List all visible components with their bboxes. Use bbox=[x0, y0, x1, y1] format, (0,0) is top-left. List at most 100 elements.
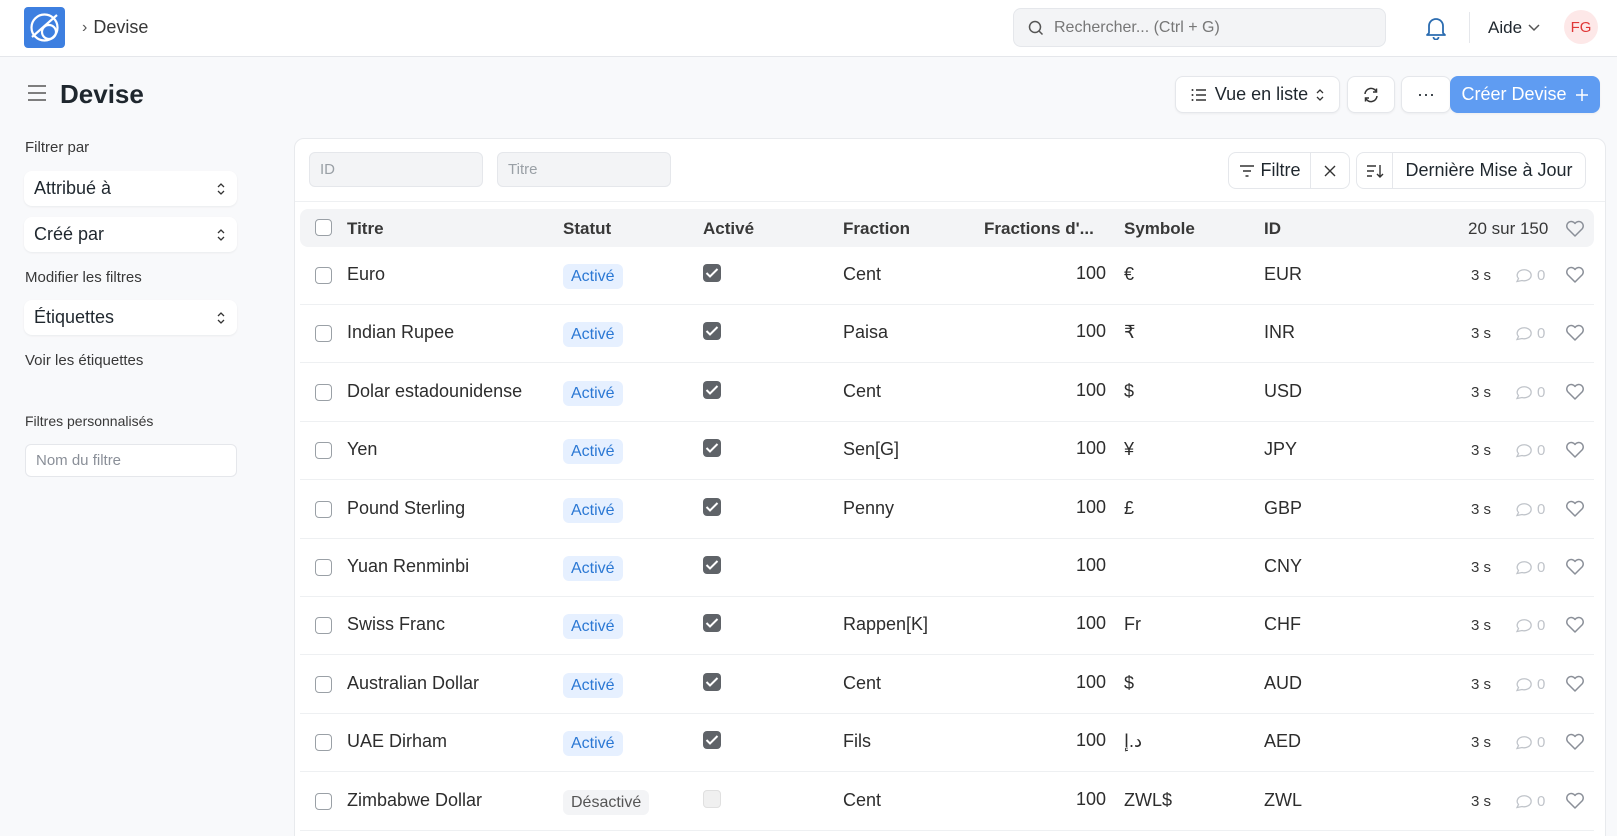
row-checkbox[interactable] bbox=[315, 676, 332, 693]
search-bar[interactable] bbox=[1013, 8, 1386, 47]
header-title[interactable]: Titre bbox=[347, 219, 384, 239]
row-title[interactable]: Pound Sterling bbox=[347, 498, 465, 519]
enabled-checkbox bbox=[703, 439, 721, 457]
heart-icon[interactable] bbox=[1565, 792, 1585, 810]
created-by-label: Créé par bbox=[34, 224, 105, 244]
row-fraction: Sen[G] bbox=[843, 439, 900, 459]
heart-icon[interactable] bbox=[1565, 441, 1585, 459]
comment-count-value: 0 bbox=[1537, 676, 1546, 693]
row-checkbox[interactable] bbox=[315, 617, 332, 634]
comment-count[interactable]: 0 bbox=[1514, 501, 1545, 518]
row-fraction: Cent bbox=[843, 381, 882, 401]
comment-count[interactable]: 0 bbox=[1514, 793, 1545, 810]
sort-field-button[interactable]: Dernière Mise à Jour bbox=[1393, 153, 1585, 188]
status-badge: Activé bbox=[563, 614, 623, 639]
row-checkbox[interactable] bbox=[315, 384, 332, 401]
header-symbol[interactable]: Symbole bbox=[1124, 219, 1195, 239]
row-title[interactable]: Euro bbox=[347, 264, 385, 285]
created-by-select[interactable]: Créé par bbox=[24, 217, 237, 252]
show-tags-link[interactable]: Voir les étiquettes bbox=[25, 352, 143, 369]
table-row[interactable] bbox=[300, 597, 1594, 655]
breadcrumb-item[interactable]: Devise bbox=[93, 17, 148, 38]
row-fraction-units: 100 bbox=[1075, 555, 1106, 575]
filter-by-label: Filtrer par bbox=[25, 139, 90, 156]
clear-filter-button[interactable] bbox=[1311, 153, 1349, 188]
table-row[interactable] bbox=[300, 714, 1594, 772]
sort-direction-button[interactable] bbox=[1357, 153, 1393, 188]
tags-select[interactable]: Étiquettes bbox=[24, 300, 237, 335]
row-checkbox[interactable] bbox=[315, 442, 332, 459]
row-checkbox[interactable] bbox=[315, 325, 332, 342]
header-fraction-units[interactable]: Fractions d'... bbox=[984, 219, 1094, 239]
row-title[interactable]: Swiss Franc bbox=[347, 614, 445, 635]
view-switcher-button[interactable]: Vue en liste bbox=[1175, 76, 1340, 113]
table-row[interactable] bbox=[300, 773, 1594, 831]
refresh-button[interactable] bbox=[1347, 76, 1395, 113]
header-id[interactable]: ID bbox=[1264, 219, 1281, 239]
heart-icon[interactable] bbox=[1565, 383, 1585, 401]
comment-count[interactable]: 0 bbox=[1514, 442, 1545, 459]
table-row[interactable] bbox=[300, 656, 1594, 714]
row-title[interactable]: Yuan Renminbi bbox=[347, 556, 469, 577]
create-button[interactable]: Créer Devise bbox=[1450, 76, 1600, 113]
row-fraction-units: 100 bbox=[1075, 672, 1106, 692]
heart-icon[interactable] bbox=[1565, 220, 1585, 238]
app-logo-icon[interactable] bbox=[24, 7, 65, 48]
comment-count[interactable]: 0 bbox=[1514, 384, 1545, 401]
filter-name-input[interactable] bbox=[25, 444, 237, 477]
heart-icon[interactable] bbox=[1565, 266, 1585, 284]
header-enabled[interactable]: Activé bbox=[703, 219, 754, 239]
breadcrumb[interactable]: › Devise bbox=[82, 17, 148, 38]
check-icon bbox=[705, 735, 719, 745]
table-row[interactable] bbox=[300, 247, 1594, 305]
select-all-checkbox[interactable] bbox=[315, 219, 332, 236]
row-title[interactable]: Indian Rupee bbox=[347, 322, 454, 343]
comment-count[interactable]: 0 bbox=[1514, 267, 1545, 284]
row-checkbox[interactable] bbox=[315, 559, 332, 576]
edit-filters-link[interactable]: Modifier les filtres bbox=[25, 269, 142, 286]
help-menu[interactable]: Aide bbox=[1488, 18, 1540, 38]
header-fraction[interactable]: Fraction bbox=[843, 219, 910, 239]
table-row[interactable] bbox=[300, 305, 1594, 363]
header-status[interactable]: Statut bbox=[563, 219, 611, 239]
row-title[interactable]: Yen bbox=[347, 439, 377, 460]
heart-icon[interactable] bbox=[1565, 324, 1585, 342]
heart-icon[interactable] bbox=[1565, 558, 1585, 576]
row-title[interactable]: Dolar estadounidense bbox=[347, 381, 522, 402]
heart-icon[interactable] bbox=[1565, 616, 1585, 634]
table-row[interactable] bbox=[300, 539, 1594, 597]
view-switcher-label: Vue en liste bbox=[1214, 84, 1309, 104]
hamburger-menu-icon[interactable] bbox=[27, 84, 47, 102]
table-row[interactable] bbox=[300, 481, 1594, 539]
row-symbol: $ bbox=[1124, 673, 1135, 693]
row-title[interactable]: UAE Dirham bbox=[347, 731, 447, 752]
heart-icon[interactable] bbox=[1565, 500, 1585, 518]
more-actions-button[interactable]: ··· bbox=[1401, 76, 1451, 113]
title-filter-input[interactable] bbox=[497, 152, 671, 187]
row-title[interactable]: Zimbabwe Dollar bbox=[347, 790, 482, 811]
select-arrows-icon bbox=[217, 182, 225, 195]
comment-count[interactable]: 0 bbox=[1514, 617, 1545, 634]
row-checkbox[interactable] bbox=[315, 501, 332, 518]
filter-button[interactable]: Filtre bbox=[1229, 153, 1311, 188]
comment-count[interactable]: 0 bbox=[1514, 559, 1545, 576]
comment-count[interactable]: 0 bbox=[1514, 734, 1545, 751]
heart-icon[interactable] bbox=[1565, 733, 1585, 751]
comment-count[interactable]: 0 bbox=[1514, 676, 1545, 693]
row-title[interactable]: Australian Dollar bbox=[347, 673, 479, 694]
row-checkbox[interactable] bbox=[315, 793, 332, 810]
bell-icon[interactable] bbox=[1425, 16, 1447, 40]
sort-group: Dernière Mise à Jour bbox=[1356, 152, 1586, 189]
tags-label: Étiquettes bbox=[34, 307, 115, 327]
assigned-to-select[interactable]: Attribué à bbox=[24, 171, 237, 206]
search-input[interactable] bbox=[1054, 18, 1374, 37]
id-filter-input[interactable] bbox=[309, 152, 483, 187]
avatar[interactable]: FG bbox=[1564, 10, 1598, 44]
row-checkbox[interactable] bbox=[315, 734, 332, 751]
table-row[interactable] bbox=[300, 422, 1594, 480]
filter-label: Filtre bbox=[1260, 160, 1301, 180]
row-checkbox[interactable] bbox=[315, 267, 332, 284]
comment-count[interactable]: 0 bbox=[1514, 325, 1545, 342]
heart-icon[interactable] bbox=[1565, 675, 1585, 693]
row-modified-time: 3 s bbox=[1471, 325, 1492, 342]
